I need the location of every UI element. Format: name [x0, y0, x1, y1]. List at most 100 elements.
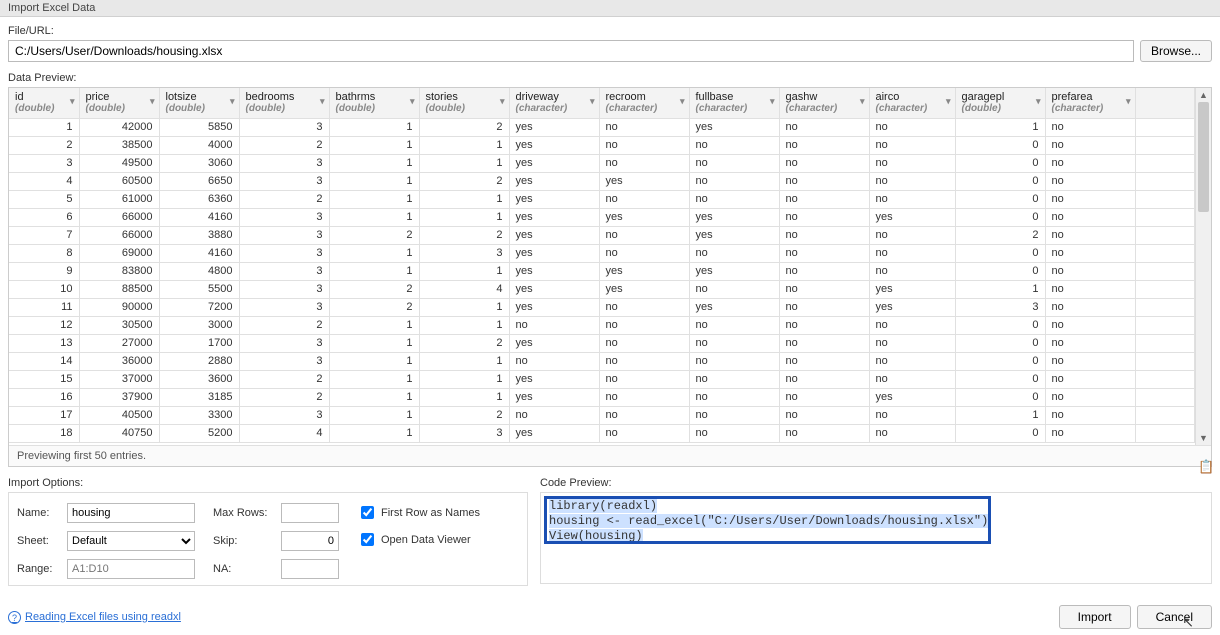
table-row[interactable]: 7660003880322yesnoyesnono2no — [9, 226, 1195, 244]
table-cell: 3 — [9, 154, 79, 172]
table-cell: 3 — [955, 298, 1045, 316]
table-cell: 2 — [329, 226, 419, 244]
column-dropdown-icon[interactable]: ▾ — [770, 96, 775, 107]
table-cell: yes — [509, 136, 599, 154]
table-row[interactable]: 18407505200413yesnononono0no — [9, 424, 1195, 442]
browse-button[interactable]: Browse... — [1140, 40, 1212, 62]
column-dropdown-icon[interactable]: ▾ — [946, 96, 951, 107]
table-cell: no — [779, 352, 869, 370]
table-cell: yes — [509, 298, 599, 316]
column-dropdown-icon[interactable]: ▾ — [320, 96, 325, 107]
column-dropdown-icon[interactable]: ▾ — [590, 96, 595, 107]
column-header-prefarea[interactable]: prefarea(character)▾ — [1045, 88, 1135, 118]
table-cell: no — [779, 226, 869, 244]
column-dropdown-icon[interactable]: ▾ — [680, 96, 685, 107]
column-header-bathrms[interactable]: bathrms(double)▾ — [329, 88, 419, 118]
table-row[interactable]: 8690004160313yesnononono0no — [9, 244, 1195, 262]
column-dropdown-icon[interactable]: ▾ — [500, 96, 505, 107]
column-header-price[interactable]: price(double)▾ — [79, 88, 159, 118]
table-cell: 3 — [239, 244, 329, 262]
table-row[interactable]: 14360002880311nonononono0no — [9, 352, 1195, 370]
table-row[interactable]: 9838004800311yesyesyesnono0no — [9, 262, 1195, 280]
table-row[interactable]: 3495003060311yesnononono0no — [9, 154, 1195, 172]
column-dropdown-icon[interactable]: ▾ — [410, 96, 415, 107]
column-header-driveway[interactable]: driveway(character)▾ — [509, 88, 599, 118]
table-cell: 1 — [419, 208, 509, 226]
column-header-gashw[interactable]: gashw(character)▾ — [779, 88, 869, 118]
table-row[interactable]: 2385004000211yesnononono0no — [9, 136, 1195, 154]
table-cell: no — [869, 334, 955, 352]
open-viewer-checkbox-input[interactable] — [361, 533, 374, 546]
scroll-thumb[interactable] — [1198, 102, 1209, 212]
scroll-up-arrow[interactable]: ▲ — [1196, 88, 1211, 102]
table-cell: no — [779, 370, 869, 388]
column-header-airco[interactable]: airco(character)▾ — [869, 88, 955, 118]
maxrows-input[interactable] — [281, 503, 339, 523]
na-input[interactable] — [281, 559, 339, 579]
table-row[interactable]: 1420005850312yesnoyesnono1no — [9, 118, 1195, 136]
table-row[interactable]: 12305003000211nonononono0no — [9, 316, 1195, 334]
open-viewer-checkbox[interactable]: Open Data Viewer — [357, 530, 480, 549]
help-link[interactable]: ? Reading Excel files using readxl — [8, 611, 181, 624]
table-row[interactable]: 4605006650312yesyesnonono0no — [9, 172, 1195, 190]
table-cell: 2 — [419, 406, 509, 424]
table-cell: 1 — [419, 352, 509, 370]
column-dropdown-icon[interactable]: ▾ — [150, 96, 155, 107]
table-row[interactable]: 10885005500324yesyesnonoyes1no — [9, 280, 1195, 298]
column-header-id[interactable]: id(double)▾ — [9, 88, 79, 118]
range-input[interactable] — [67, 559, 195, 579]
table-cell: 60500 — [79, 172, 159, 190]
scroll-down-arrow[interactable]: ▼ — [1196, 431, 1211, 445]
column-header-fullbase[interactable]: fullbase(character)▾ — [689, 88, 779, 118]
table-row[interactable]: 16379003185211yesnononoyes0no — [9, 388, 1195, 406]
column-dropdown-icon[interactable]: ▾ — [1036, 96, 1041, 107]
cancel-button[interactable]: Cancel — [1137, 605, 1212, 629]
vertical-scrollbar[interactable]: ▲ ▼ — [1195, 88, 1211, 445]
table-cell: no — [1045, 262, 1135, 280]
table-row[interactable]: 17405003300312nonononono1no — [9, 406, 1195, 424]
column-header-stories[interactable]: stories(double)▾ — [419, 88, 509, 118]
table-cell: yes — [509, 370, 599, 388]
code-preview-text[interactable]: library(readxl) housing <- read_excel("C… — [541, 493, 1211, 550]
table-row[interactable]: 6660004160311yesyesyesnoyes0no — [9, 208, 1195, 226]
skip-input[interactable] — [281, 531, 339, 551]
first-row-checkbox-input[interactable] — [361, 506, 374, 519]
table-cell: no — [779, 154, 869, 172]
column-dropdown-icon[interactable]: ▾ — [860, 96, 865, 107]
table-row[interactable]: 13270001700312yesnononono0no — [9, 334, 1195, 352]
table-row[interactable]: 15370003600211yesnononono0no — [9, 370, 1195, 388]
table-cell: no — [689, 316, 779, 334]
column-dropdown-icon[interactable]: ▾ — [1126, 96, 1131, 107]
table-row[interactable]: 5610006360211yesnononono0no — [9, 190, 1195, 208]
sheet-select[interactable]: Default — [67, 531, 195, 551]
table-row[interactable]: 11900007200321yesnoyesnoyes3no — [9, 298, 1195, 316]
table-cell: no — [689, 388, 779, 406]
table-cell: no — [1045, 136, 1135, 154]
table-cell: 37000 — [79, 370, 159, 388]
column-dropdown-icon[interactable]: ▾ — [230, 96, 235, 107]
column-header-garagepl[interactable]: garagepl(double)▾ — [955, 88, 1045, 118]
column-header-bedrooms[interactable]: bedrooms(double)▾ — [239, 88, 329, 118]
table-cell: 1 — [955, 118, 1045, 136]
table-cell: no — [509, 406, 599, 424]
table-cell: no — [689, 406, 779, 424]
name-input[interactable] — [67, 503, 195, 523]
column-dropdown-icon[interactable]: ▾ — [70, 96, 75, 107]
import-button[interactable]: Import — [1059, 605, 1131, 629]
table-cell: no — [1045, 280, 1135, 298]
table-cell: yes — [509, 388, 599, 406]
first-row-checkbox[interactable]: First Row as Names — [357, 503, 480, 522]
table-cell: 3880 — [159, 226, 239, 244]
column-header-lotsize[interactable]: lotsize(double)▾ — [159, 88, 239, 118]
table-cell: 2 — [329, 280, 419, 298]
file-url-input[interactable] — [8, 40, 1134, 62]
file-url-label: File/URL: — [8, 25, 1212, 37]
table-cell: 30500 — [79, 316, 159, 334]
table-cell: 1 — [419, 388, 509, 406]
table-cell: 1 — [329, 316, 419, 334]
column-header-recroom[interactable]: recroom(character)▾ — [599, 88, 689, 118]
table-cell: no — [869, 406, 955, 424]
code-preview-box[interactable]: library(readxl) housing <- read_excel("C… — [540, 492, 1212, 584]
table-cell: 61000 — [79, 190, 159, 208]
copy-code-icon[interactable]: 📋 — [1198, 459, 1212, 473]
